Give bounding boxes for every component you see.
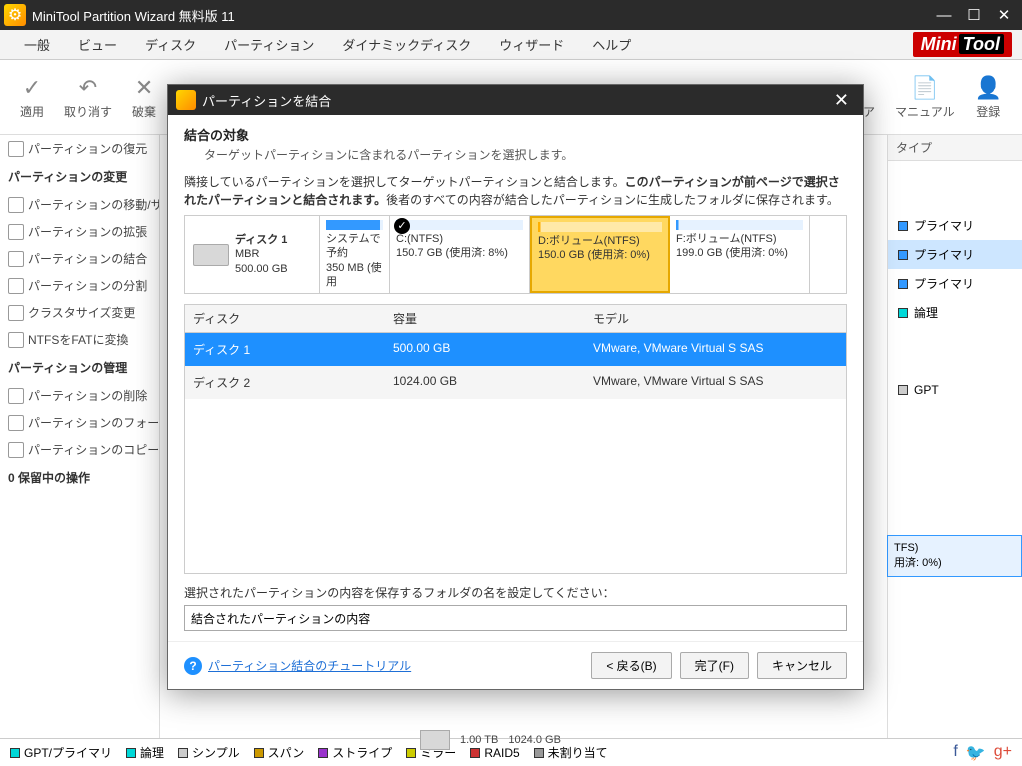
dialog-close-button[interactable]: ✕ <box>828 90 855 111</box>
disk-label: ディスク 1 MBR 500.00 GB <box>185 216 320 293</box>
help-icon: ? <box>184 657 202 675</box>
partition-d-selected[interactable]: D:ボリューム(NTFS) 150.0 GB (使用済: 0%) <box>530 216 670 293</box>
cancel-button[interactable]: キャンセル <box>757 652 847 679</box>
menu-bar: 一般 ビュー ディスク パーティション ダイナミックディスク ウィザード ヘルプ… <box>0 30 1022 60</box>
maximize-button[interactable]: ☐ <box>960 4 988 26</box>
disk-table: ディスク 容量 モデル ディスク 1 500.00 GB VMware, VMw… <box>184 304 847 574</box>
back-button[interactable]: < 戻る(B) <box>591 652 671 679</box>
disk-layout-strip: ディスク 1 MBR 500.00 GB システムで予約 350 MB (使用 … <box>184 215 847 294</box>
merge-partition-dialog: パーティションを結合 ✕ 結合の対象 ターゲットパーティションに含まれるパーティ… <box>167 84 864 690</box>
dialog-heading: 結合の対象 <box>184 125 847 144</box>
dialog-title: パーティションを結合 <box>202 91 828 110</box>
menu-general[interactable]: 一般 <box>10 30 64 59</box>
table-row[interactable]: ディスク 1 500.00 GB VMware, VMware Virtual … <box>185 333 846 366</box>
finish-button[interactable]: 完了(F) <box>680 652 749 679</box>
dialog-icon <box>176 90 196 110</box>
menu-dynamic[interactable]: ダイナミックディスク <box>328 30 485 59</box>
close-button[interactable]: ✕ <box>990 4 1018 26</box>
app-icon: ⚙ <box>4 4 26 26</box>
window-title: MiniTool Partition Wizard 無料版 11 <box>32 6 930 25</box>
menu-disk[interactable]: ディスク <box>131 30 210 59</box>
th-capacity[interactable]: 容量 <box>385 305 585 332</box>
folder-name-input[interactable] <box>184 605 847 631</box>
menu-view[interactable]: ビュー <box>64 30 131 59</box>
help-link-group: ? パーティション結合のチュートリアル <box>184 657 411 675</box>
disk-icon <box>193 244 229 266</box>
menu-partition[interactable]: パーティション <box>210 30 328 59</box>
menu-wizard[interactable]: ウィザード <box>485 30 578 59</box>
menu-help[interactable]: ヘルプ <box>578 30 645 59</box>
dialog-instruction: 隣接しているパーティションを選択してターゲットパーティションと結合します。このパ… <box>184 173 847 209</box>
window-titlebar: ⚙ MiniTool Partition Wizard 無料版 11 — ☐ ✕ <box>0 0 1022 30</box>
th-disk[interactable]: ディスク <box>185 305 385 332</box>
tutorial-link[interactable]: パーティション結合のチュートリアル <box>208 657 411 674</box>
partition-f[interactable]: F:ボリューム(NTFS) 199.0 GB (使用済: 0%) <box>670 216 810 293</box>
brand-logo: MiniTool <box>913 32 1012 57</box>
th-model[interactable]: モデル <box>585 305 846 332</box>
table-row[interactable]: ディスク 2 1024.00 GB VMware, VMware Virtual… <box>185 366 846 399</box>
dialog-titlebar: パーティションを結合 ✕ <box>168 85 863 115</box>
minimize-button[interactable]: — <box>930 4 958 26</box>
folder-label: 選択されたパーティションの内容を保存するフォルダの名を設定してください： <box>184 584 847 601</box>
check-icon: ✓ <box>394 218 410 234</box>
partition-system[interactable]: システムで予約 350 MB (使用 <box>320 216 390 293</box>
dialog-subheading: ターゲットパーティションに含まれるパーティションを選択します。 <box>204 146 847 163</box>
partition-c[interactable]: ✓ C:(NTFS) 150.7 GB (使用済: 8%) <box>390 216 530 293</box>
